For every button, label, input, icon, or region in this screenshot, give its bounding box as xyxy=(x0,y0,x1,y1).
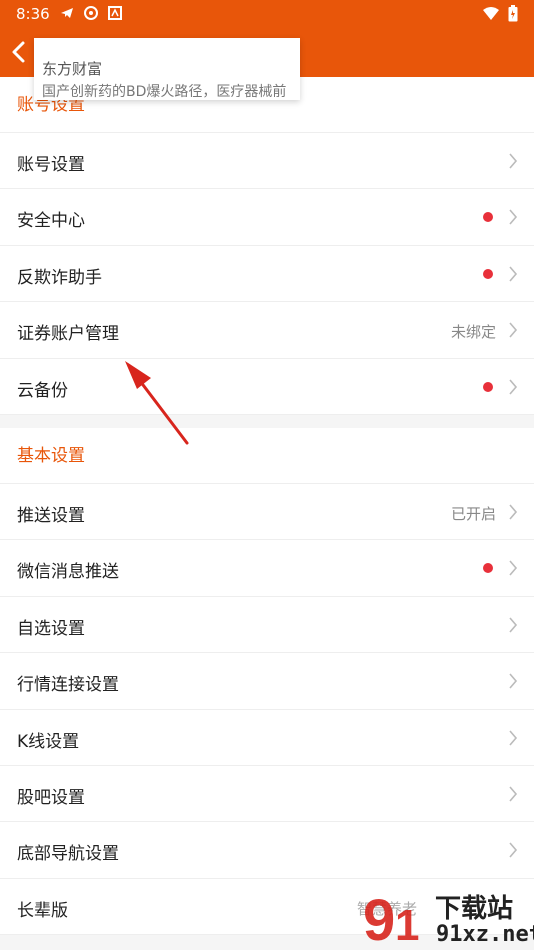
row-label: 推送设置 xyxy=(17,506,85,526)
row-guba-settings[interactable]: 股吧设置 xyxy=(0,766,534,823)
chevron-left-icon[interactable] xyxy=(6,38,32,66)
notification-icon xyxy=(108,6,122,20)
status-time: 8:36 xyxy=(16,5,50,23)
row-label: 账号设置 xyxy=(17,155,85,175)
row-securities-account[interactable]: 证券账户管理 未绑定 xyxy=(0,302,534,359)
wifi-icon xyxy=(483,7,499,20)
chevron-right-icon xyxy=(509,842,518,858)
chevron-right-icon xyxy=(509,730,518,746)
row-quote-connection[interactable]: 行情连接设置 xyxy=(0,653,534,710)
row-push-settings[interactable]: 推送设置 已开启 xyxy=(0,484,534,541)
row-label: 证券账户管理 xyxy=(17,324,119,345)
section-header-basic: 基本设置 xyxy=(0,428,534,484)
row-security-center[interactable]: 安全中心 xyxy=(0,189,534,246)
account-settings-section: 账号设置 账号设置 安全中心 反欺诈助手 证券账户管理 未绑定 云备份 xyxy=(0,77,534,415)
row-anti-fraud-assistant[interactable]: 反欺诈助手 xyxy=(0,246,534,303)
row-label: 长辈版 xyxy=(17,900,68,921)
svg-text:1: 1 xyxy=(395,901,419,950)
svg-text:9: 9 xyxy=(363,888,395,950)
notification-title: 东方财富 xyxy=(42,60,103,78)
status-bar: 8:36 xyxy=(0,0,534,28)
row-label: 股吧设置 xyxy=(17,787,85,808)
red-dot-badge xyxy=(483,563,493,574)
red-dot-badge xyxy=(483,212,493,223)
chevron-right-icon xyxy=(509,673,518,689)
row-label: 微信消息推送 xyxy=(17,562,119,583)
telegram-icon xyxy=(61,8,73,18)
row-label: 安全中心 xyxy=(17,211,85,232)
row-bottom-nav-settings[interactable]: 底部导航设置 xyxy=(0,822,534,879)
settings-app-icon xyxy=(84,6,98,20)
chevron-right-icon xyxy=(509,153,518,169)
chevron-right-icon xyxy=(509,504,518,520)
row-kline-settings[interactable]: K线设置 xyxy=(0,710,534,766)
watermark-url: 91xz.net xyxy=(436,922,534,947)
row-value: 已开启 xyxy=(450,505,496,523)
row-watchlist-settings[interactable]: 自选设置 xyxy=(0,597,534,654)
row-cloud-backup[interactable]: 云备份 xyxy=(0,359,534,415)
row-value: 未绑定 xyxy=(450,323,496,342)
row-wechat-push[interactable]: 微信消息推送 xyxy=(0,540,534,597)
row-label: 反欺诈助手 xyxy=(17,267,102,288)
notification-text: 国产创新药的BD爆火路径，医疗器械前 xyxy=(42,84,287,100)
row-account-settings[interactable]: 账号设置 xyxy=(0,133,534,190)
watermark-brand: 下载站 xyxy=(435,894,514,924)
basic-settings-section: 基本设置 推送设置 已开启 微信消息推送 自选设置 行情连接设置 K线设置 股吧… xyxy=(0,428,534,936)
notification-popup[interactable]: 东方财富 国产创新药的BD爆火路径，医疗器械前 xyxy=(34,38,300,100)
chevron-right-icon xyxy=(509,560,518,576)
battery-icon xyxy=(508,5,518,22)
chevron-right-icon xyxy=(509,786,518,802)
row-label: 云备份 xyxy=(17,380,68,401)
chevron-right-icon xyxy=(509,617,518,633)
row-label: 行情连接设置 xyxy=(17,675,119,696)
chevron-right-icon xyxy=(509,266,518,282)
red-dot-badge xyxy=(483,381,493,392)
row-label: K线设置 xyxy=(17,731,80,752)
red-dot-badge xyxy=(483,268,493,279)
chevron-right-icon xyxy=(509,209,518,225)
row-label: 底部导航设置 xyxy=(17,844,119,865)
chevron-right-icon xyxy=(509,379,518,395)
chevron-right-icon xyxy=(509,322,518,338)
row-label: 自选设置 xyxy=(17,618,85,639)
